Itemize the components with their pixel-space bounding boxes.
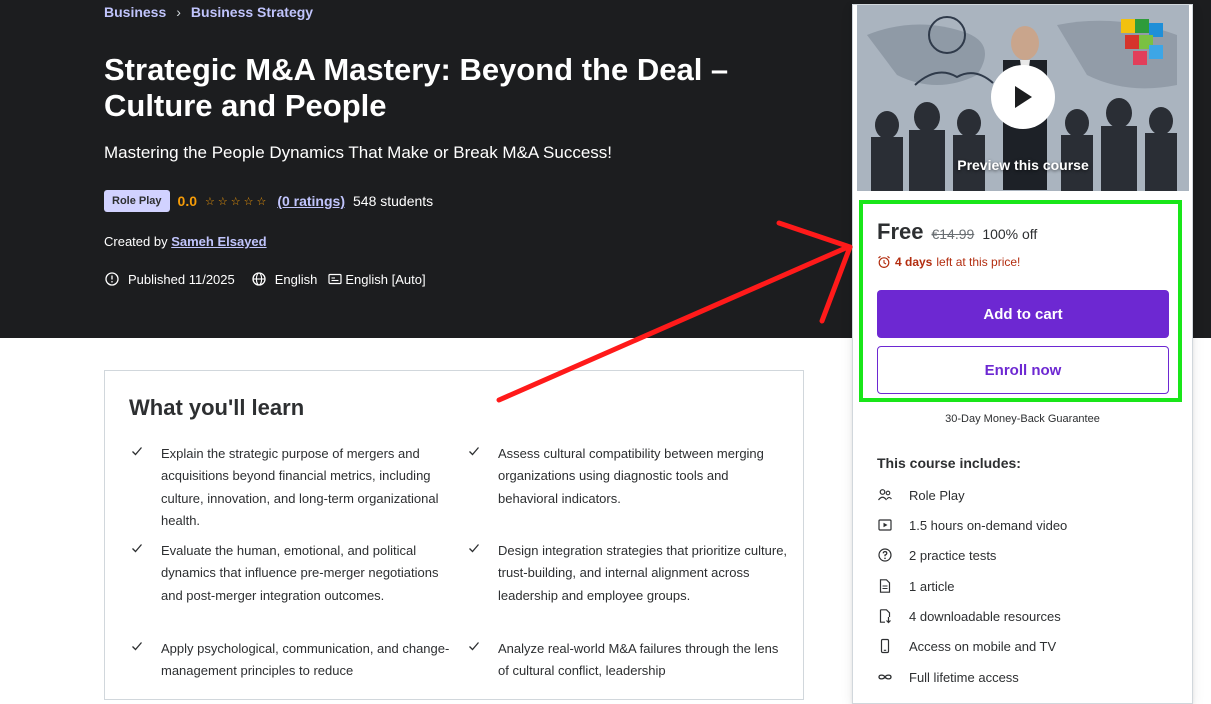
learn-item: Apply psychological, communication, and … — [132, 638, 451, 683]
include-label: 1.5 hours on-demand video — [909, 517, 1068, 533]
include-item-role-play: Role Play — [877, 487, 965, 503]
check-icon — [469, 447, 479, 456]
mobile-icon — [877, 638, 893, 654]
download-icon — [877, 608, 893, 624]
check-icon — [469, 642, 479, 651]
learn-item-text: Apply psychological, communication, and … — [161, 641, 450, 679]
course-meta: Published 11/2025 English English [Auto] — [104, 271, 442, 287]
include-item-resources: 4 downloadable resources — [877, 608, 1061, 624]
students-count: 548 students — [353, 193, 434, 209]
check-icon — [132, 544, 142, 553]
created-by-label: Created by — [104, 234, 168, 249]
learn-item: Evaluate the human, emotional, and polit… — [132, 540, 451, 607]
rating-row: Role Play 0.0 ☆☆☆☆☆ (0 ratings) 548 stud… — [104, 190, 433, 212]
alert-clock-icon — [104, 271, 120, 287]
created-by: Created by Sameh Elsayed — [104, 234, 267, 249]
question-icon — [877, 547, 893, 563]
author-link[interactable]: Sameh Elsayed — [171, 234, 266, 249]
learn-item: Analyze real-world M&A failures through … — [469, 638, 788, 683]
learn-title: What you'll learn — [129, 395, 305, 420]
captions-icon — [327, 271, 343, 287]
include-item-lifetime: Full lifetime access — [877, 669, 1019, 685]
money-back-guarantee: 30-Day Money-Back Guarantee — [945, 413, 1100, 425]
include-label: Full lifetime access — [909, 669, 1019, 685]
ratings-count-link[interactable]: (0 ratings) — [277, 193, 345, 209]
highlight-box-annotation — [859, 200, 1182, 402]
learn-item-text: Assess cultural compatibility between me… — [498, 446, 764, 506]
include-label: 4 downloadable resources — [909, 608, 1061, 624]
infinity-icon — [877, 669, 893, 685]
include-label: 1 article — [909, 578, 955, 594]
course-preview-video[interactable]: Preview this course — [857, 5, 1189, 191]
include-item-video: 1.5 hours on-demand video — [877, 517, 1067, 533]
rating-value: 0.0 — [177, 193, 197, 209]
play-button[interactable] — [991, 65, 1055, 129]
learn-item-text: Analyze real-world M&A failures through … — [498, 641, 779, 679]
role-play-icon — [877, 487, 893, 503]
role-play-badge: Role Play — [104, 190, 170, 212]
learn-item-text: Explain the strategic purpose of mergers… — [161, 446, 439, 529]
breadcrumb-item-business-strategy[interactable]: Business Strategy — [191, 4, 313, 20]
check-icon — [132, 447, 142, 456]
breadcrumb-item-business[interactable]: Business — [104, 4, 166, 20]
include-item-practice-tests: 2 practice tests — [877, 547, 996, 563]
learn-item-text: Design integration strategies that prior… — [498, 543, 788, 603]
include-label: 2 practice tests — [909, 547, 997, 563]
preview-label: Preview this course — [957, 157, 1089, 173]
chevron-right-icon: › — [176, 4, 181, 20]
check-icon — [469, 544, 479, 553]
course-subtitle: Mastering the People Dynamics That Make … — [104, 143, 613, 162]
course-title: Strategic M&A Mastery: Beyond the Deal –… — [104, 52, 729, 123]
published-date: Published 11/2025 — [128, 271, 235, 287]
globe-icon — [251, 271, 267, 287]
course-language: English — [274, 271, 318, 287]
learn-item: Explain the strategic purpose of mergers… — [132, 443, 451, 533]
learn-item: Design integration strategies that prior… — [469, 540, 788, 607]
article-icon — [877, 578, 893, 594]
include-item-mobile: Access on mobile and TV — [877, 638, 1056, 654]
include-item-article: 1 article — [877, 578, 955, 594]
include-label: Access on mobile and TV — [909, 638, 1057, 654]
video-icon — [877, 517, 893, 533]
rating-stars-icon: ☆☆☆☆☆ — [205, 195, 270, 208]
check-icon — [132, 642, 142, 651]
breadcrumb: Business › Business Strategy — [104, 4, 313, 20]
learn-item: Assess cultural compatibility between me… — [469, 443, 788, 510]
course-captions: English [Auto] — [345, 271, 426, 287]
play-icon — [1015, 86, 1032, 108]
includes-title: This course includes: — [877, 455, 1021, 471]
what-youll-learn-box: What you'll learn Explain the strategic … — [104, 370, 804, 700]
include-label: Role Play — [909, 487, 965, 503]
learn-item-text: Evaluate the human, emotional, and polit… — [161, 543, 439, 603]
